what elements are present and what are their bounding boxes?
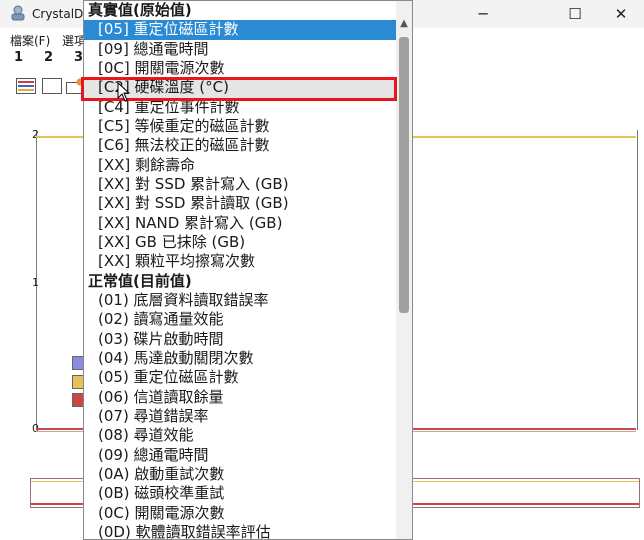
disk-tab-1[interactable]: 1 [14, 50, 23, 65]
mouse-pointer-icon [117, 82, 131, 102]
dropdown-option[interactable]: [09] 總通電時間 [84, 40, 396, 59]
y-tick-2: 2 [32, 128, 39, 141]
scroll-thumb[interactable] [399, 37, 409, 313]
dropdown-option[interactable]: (0A) 啟動重試次數 [84, 465, 396, 484]
dropdown-option[interactable]: (02) 讀寫通量效能 [84, 310, 396, 329]
dropdown-option[interactable]: (0B) 磁頭校準重試 [84, 484, 396, 503]
dropdown-option[interactable]: [05] 重定位磁區計數 [84, 20, 396, 40]
dropdown-group-header: 正常值(目前值) [88, 271, 192, 290]
dropdown-option[interactable]: [XX] GB 已抹除 (GB) [84, 233, 396, 252]
dropdown-group-header: 真實值(原始值) [88, 1, 192, 19]
window-title: CrystalDi [32, 7, 87, 21]
dropdown-option[interactable]: [XX] 顆粒平均擦寫次數 [84, 252, 396, 271]
dropdown-option[interactable]: (01) 底層資料讀取錯誤率 [84, 291, 396, 310]
dropdown-option[interactable]: [XX] 對 SSD 累計讀取 (GB) [84, 194, 396, 213]
dropdown-option[interactable]: (07) 尋道錯誤率 [84, 407, 396, 426]
menu-file[interactable]: 檔案(F) [10, 32, 50, 49]
disk-tab-2[interactable]: 2 [44, 50, 53, 65]
dropdown-option[interactable]: (05) 重定位磁區計數 [84, 368, 396, 387]
scroll-up-arrow-icon[interactable]: ▲ [396, 15, 412, 31]
dropdown-option[interactable]: [C5] 等候重定的磁區計數 [84, 117, 396, 136]
y-tick-1: 1 [32, 276, 39, 289]
crystaldisk-app-icon [11, 5, 25, 21]
dropdown-option[interactable]: (06) 信道讀取餘量 [84, 388, 396, 407]
disk-tab-3[interactable]: 3 [74, 50, 83, 65]
blank-graph-icon[interactable] [42, 78, 62, 94]
dropdown-option[interactable]: [XX] 剩餘壽命 [84, 156, 396, 175]
minimize-button[interactable]: ─ [460, 0, 506, 28]
dropdown-option[interactable]: (03) 碟片啟動時間 [84, 330, 396, 349]
dropdown-option[interactable]: (08) 尋道效能 [84, 426, 396, 445]
dropdown-option[interactable]: (0D) 軟體讀取錯誤率評估 [84, 523, 396, 539]
dropdown-scrollbar[interactable]: ▲ [396, 1, 412, 539]
dropdown-option[interactable]: [0C] 開關電源次數 [84, 59, 396, 78]
multi-graph-icon[interactable] [16, 78, 36, 94]
dropdown-option[interactable]: [XX] 對 SSD 累計寫入 (GB) [84, 175, 396, 194]
dropdown-option[interactable]: (09) 總通電時間 [84, 446, 396, 465]
close-button[interactable]: ✕ [598, 0, 644, 28]
maximize-button[interactable]: ☐ [552, 0, 598, 28]
dropdown-option[interactable]: (0C) 開關電源次數 [84, 504, 396, 523]
dropdown-option[interactable]: (04) 馬達啟動關閉次數 [84, 349, 396, 368]
dropdown-option[interactable]: [XX] NAND 累計寫入 (GB) [84, 214, 396, 233]
dropdown-option[interactable]: [C6] 無法校正的磁區計數 [84, 136, 396, 155]
